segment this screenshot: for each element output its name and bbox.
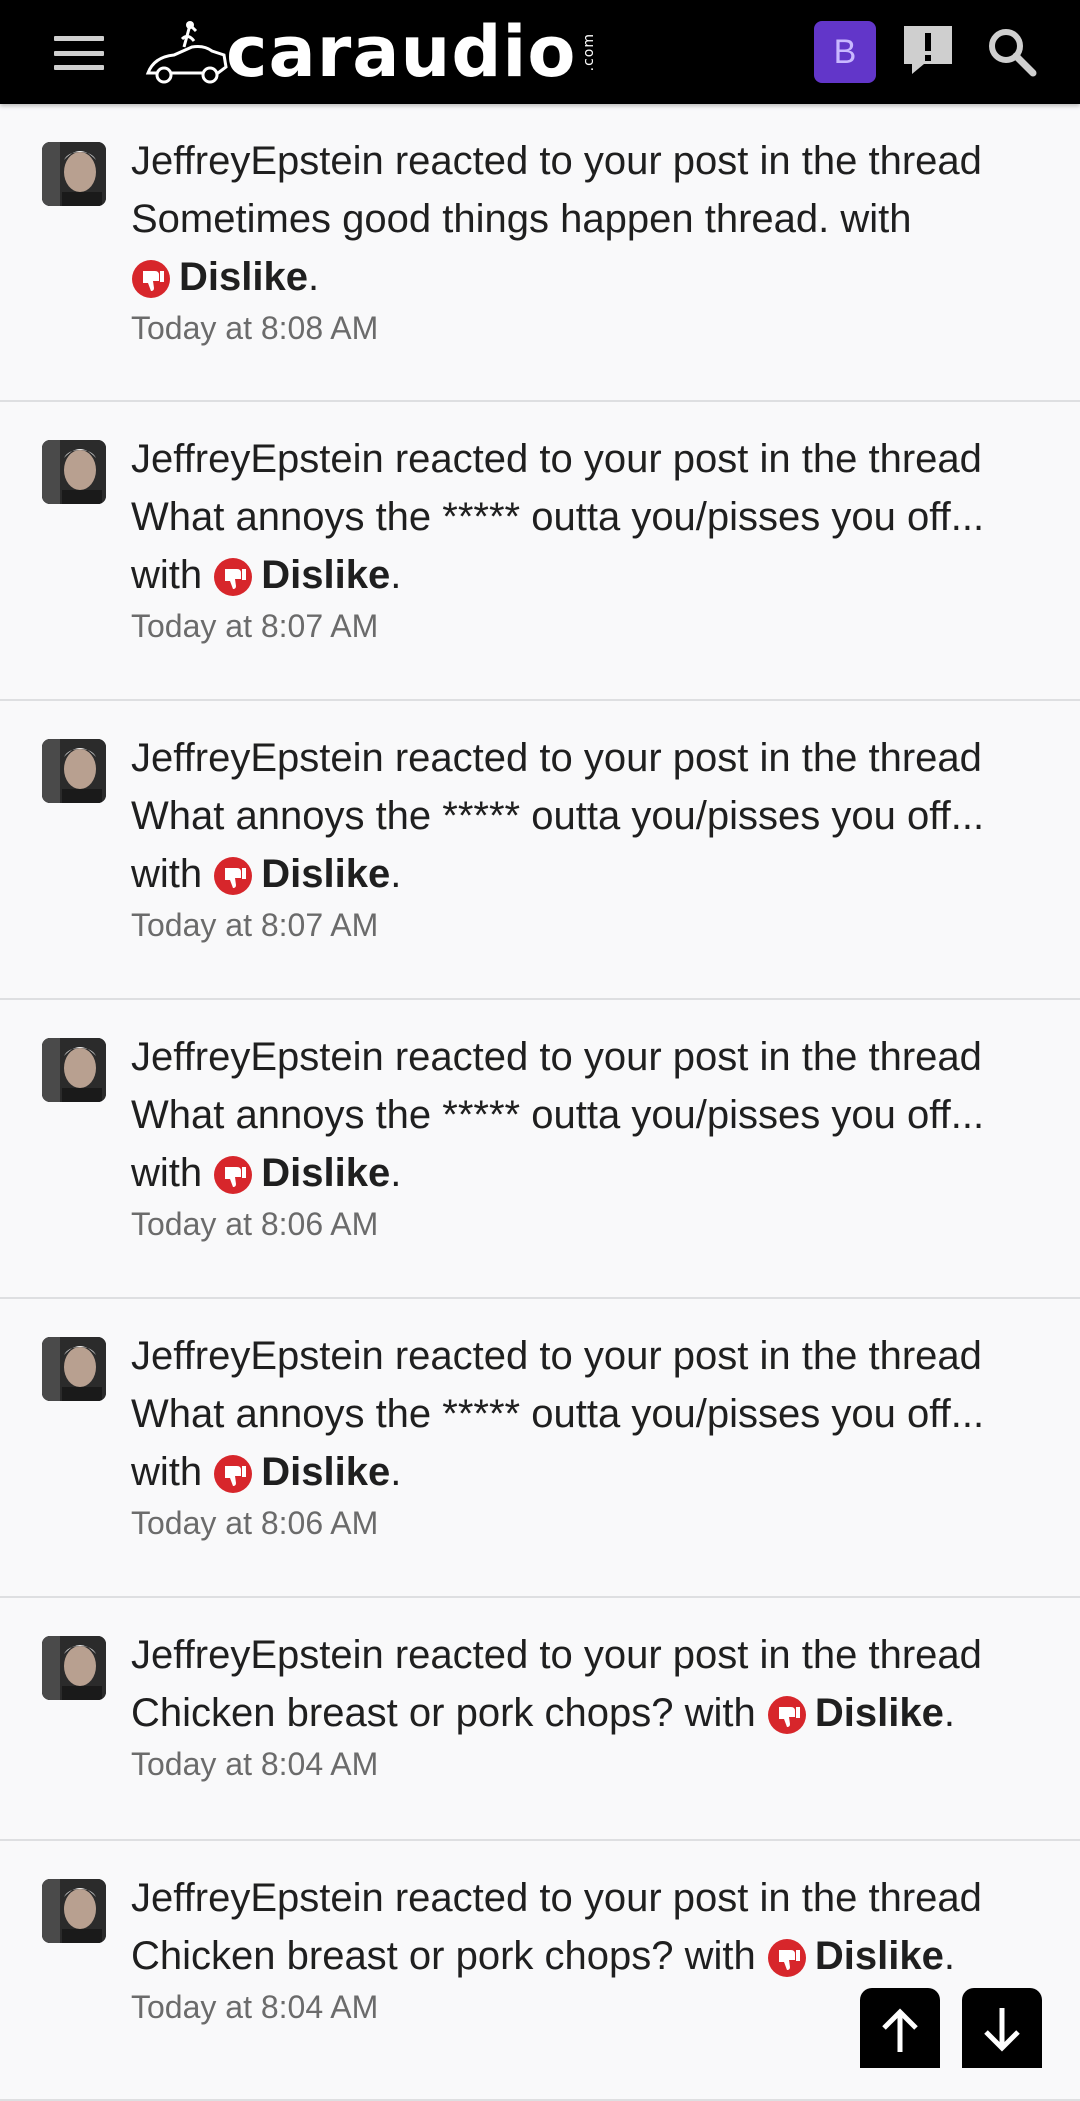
sentence-end: . xyxy=(390,553,402,597)
logo-text: caraudio xyxy=(226,11,577,93)
user-avatar[interactable] xyxy=(42,1337,106,1401)
thread-link[interactable]: Sometimes good things happen thread. xyxy=(131,197,829,241)
action-text: reacted to your post in the thread xyxy=(394,1633,982,1677)
user-avatar[interactable] xyxy=(42,739,106,803)
username-link[interactable]: JeffreyEpstein xyxy=(131,1633,384,1677)
notification-content: JeffreyEpstein reacted to your post in t… xyxy=(131,729,1040,945)
notification-item[interactable]: JeffreyEpstein reacted to your post in t… xyxy=(0,1598,1080,1841)
timestamp: Today at 8:06 AM xyxy=(131,1206,379,1242)
username-link[interactable]: JeffreyEpstein xyxy=(131,437,384,481)
notification-list: JeffreyEpstein reacted to your post in t… xyxy=(0,104,1080,2101)
username-link[interactable]: JeffreyEpstein xyxy=(131,1876,384,1920)
with-text: with xyxy=(131,553,203,597)
action-text: reacted to your post in the thread xyxy=(394,736,982,780)
user-avatar-button[interactable]: B xyxy=(814,21,876,83)
username-link[interactable]: JeffreyEpstein xyxy=(131,1334,384,1378)
notification-content: JeffreyEpstein reacted to your post in t… xyxy=(131,1626,1040,1784)
with-text: with xyxy=(131,1450,203,1494)
notification-item[interactable]: JeffreyEpstein reacted to your post in t… xyxy=(0,1299,1080,1598)
action-text: reacted to your post in the thread xyxy=(394,139,982,183)
notification-content: JeffreyEpstein reacted to your post in t… xyxy=(131,430,1040,646)
with-text: with xyxy=(131,852,203,896)
timestamp: Today at 8:07 AM xyxy=(131,608,379,644)
notification-content: JeffreyEpstein reacted to your post in t… xyxy=(131,1028,1040,1244)
thread-link[interactable]: What annoys the ***** outta you/pisses y… xyxy=(131,1093,984,1137)
dislike-icon xyxy=(214,1455,253,1493)
notification-content: JeffreyEpstein reacted to your post in t… xyxy=(131,1327,1040,1543)
reaction-name: Dislike xyxy=(179,255,308,299)
top-bar: caraudio .com B xyxy=(0,0,1080,104)
notification-item[interactable]: JeffreyEpstein reacted to your post in t… xyxy=(0,701,1080,1000)
reaction-name: Dislike xyxy=(261,553,391,597)
username-link[interactable]: JeffreyEpstein xyxy=(131,736,384,780)
arrow-up-icon xyxy=(882,2008,918,2052)
thread-link[interactable]: What annoys the ***** outta you/pisses y… xyxy=(131,1392,984,1436)
with-text: with xyxy=(840,197,912,241)
thread-link[interactable]: Chicken breast or pork chops? xyxy=(131,1691,674,1735)
action-text: reacted to your post in the thread xyxy=(394,1035,982,1079)
search-icon[interactable] xyxy=(986,26,1038,78)
site-logo[interactable]: caraudio .com xyxy=(144,10,597,94)
dislike-icon xyxy=(214,1156,253,1194)
arrow-down-icon xyxy=(984,2008,1020,2052)
car-logo-icon xyxy=(145,21,228,84)
timestamp: Today at 8:04 AM xyxy=(131,1746,379,1782)
reaction-name: Dislike xyxy=(814,1691,944,1735)
dislike-icon xyxy=(767,1696,806,1734)
user-avatar[interactable] xyxy=(42,1879,106,1943)
dislike-icon xyxy=(214,558,253,596)
notification-item[interactable]: JeffreyEpstein reacted to your post in t… xyxy=(0,1000,1080,1299)
scroll-up-button[interactable] xyxy=(860,1988,940,2068)
dislike-icon xyxy=(214,857,253,895)
sentence-end: . xyxy=(943,1934,955,1978)
sentence-end: . xyxy=(390,1151,402,1195)
user-avatar[interactable] xyxy=(42,440,106,504)
action-text: reacted to your post in the thread xyxy=(394,1334,982,1378)
menu-icon[interactable] xyxy=(54,36,104,70)
thread-link[interactable]: Chicken breast or pork chops? xyxy=(131,1934,674,1978)
thread-link[interactable]: What annoys the ***** outta you/pisses y… xyxy=(131,794,984,838)
dislike-icon xyxy=(767,1939,806,1977)
dislike-icon xyxy=(132,260,170,298)
timestamp: Today at 8:07 AM xyxy=(131,907,379,943)
user-avatar[interactable] xyxy=(42,1636,106,1700)
action-text: reacted to your post in the thread xyxy=(394,1876,982,1920)
logo-suffix: .com xyxy=(580,32,597,72)
with-text: with xyxy=(131,1151,203,1195)
scroll-down-button[interactable] xyxy=(962,1988,1042,2068)
user-avatar[interactable] xyxy=(42,142,106,206)
sentence-end: . xyxy=(390,1450,402,1494)
reaction-name: Dislike xyxy=(261,1450,391,1494)
action-text: reacted to your post in the thread xyxy=(394,437,982,481)
user-avatar[interactable] xyxy=(42,1038,106,1102)
timestamp: Today at 8:06 AM xyxy=(131,1505,379,1541)
notification-item[interactable]: JeffreyEpstein reacted to your post in t… xyxy=(0,402,1080,701)
with-text: with xyxy=(684,1934,756,1978)
sentence-end: . xyxy=(307,255,320,299)
username-link[interactable]: JeffreyEpstein xyxy=(131,1035,384,1079)
reaction-name: Dislike xyxy=(261,1151,391,1195)
sentence-end: . xyxy=(943,1691,955,1735)
timestamp: Today at 8:08 AM xyxy=(131,310,379,346)
thread-link[interactable]: What annoys the ***** outta you/pisses y… xyxy=(131,495,984,539)
reaction-name: Dislike xyxy=(261,852,391,896)
sentence-end: . xyxy=(390,852,402,896)
username-link[interactable]: JeffreyEpstein xyxy=(131,139,384,183)
with-text: with xyxy=(684,1691,756,1735)
alert-icon[interactable] xyxy=(900,22,956,78)
reaction-name: Dislike xyxy=(814,1934,944,1978)
notification-content: JeffreyEpstein reacted to your post in t… xyxy=(131,132,1040,348)
notification-item[interactable]: JeffreyEpstein reacted to your post in t… xyxy=(0,104,1080,402)
